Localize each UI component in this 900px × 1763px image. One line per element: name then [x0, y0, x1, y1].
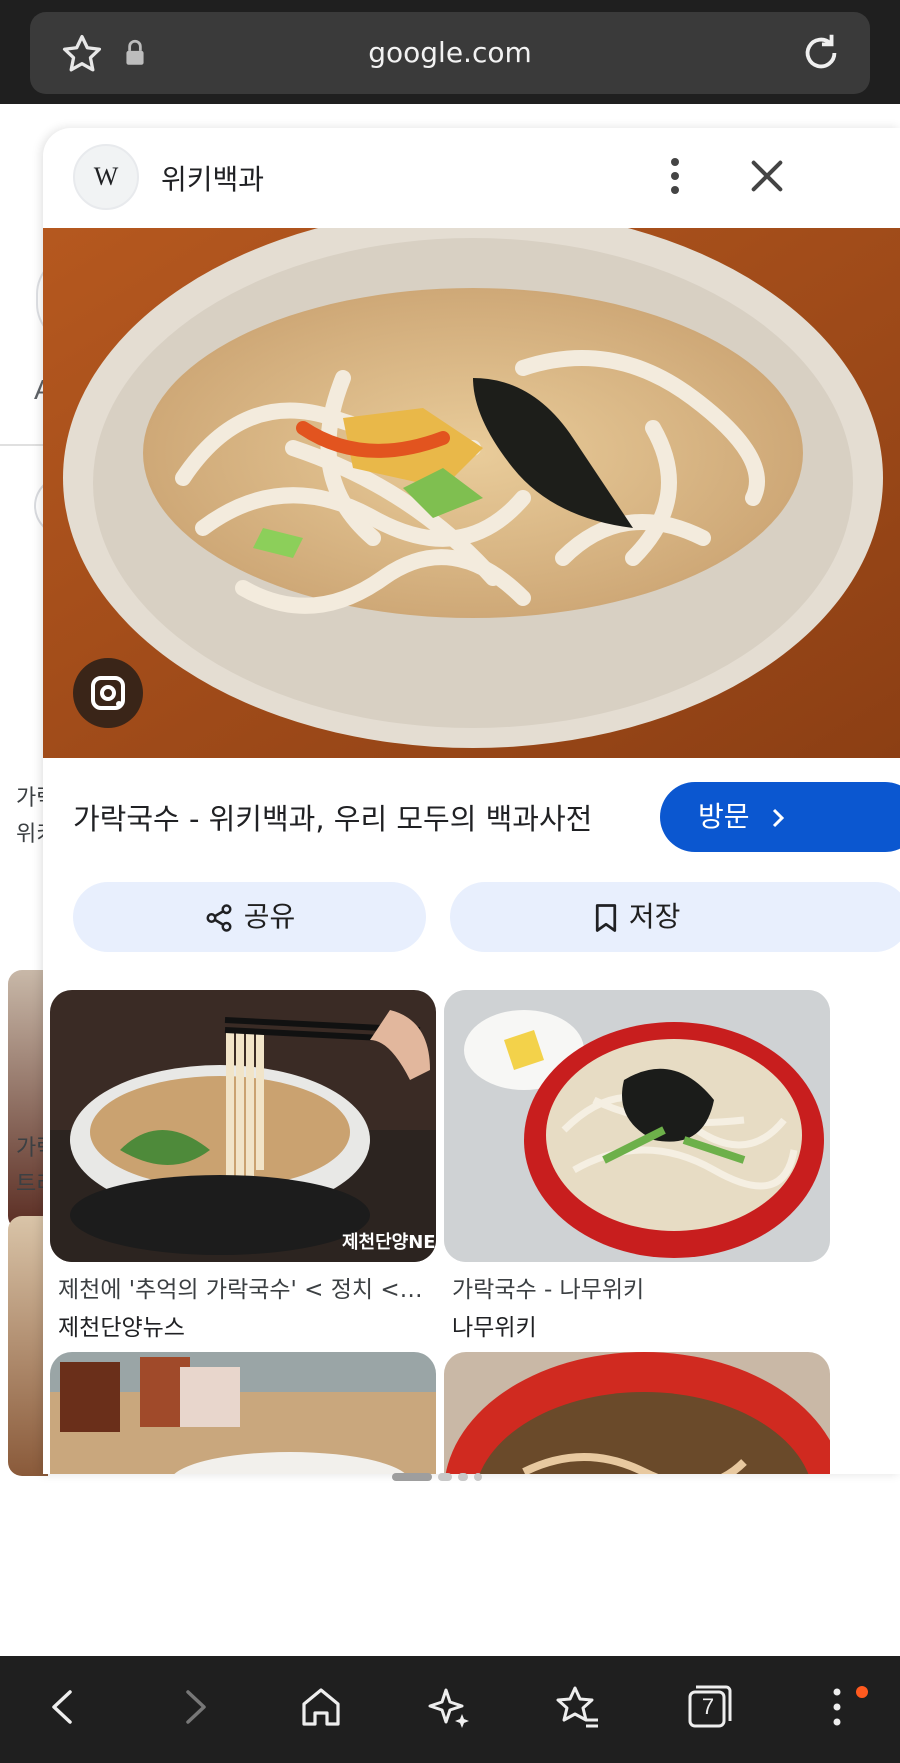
save-button[interactable]: 저장	[450, 882, 900, 952]
google-lens-button[interactable]	[73, 658, 143, 728]
preview-image[interactable]	[43, 228, 900, 758]
favorites-icon[interactable]	[553, 1682, 603, 1732]
visit-label: 방문	[698, 800, 750, 833]
related-caption-1[interactable]: 제천에 '추억의 가락국수' < 정치 < 뉴...	[58, 1270, 428, 1304]
bookmark-icon	[595, 904, 617, 932]
home-icon[interactable]	[296, 1682, 346, 1732]
site-name[interactable]: 위키백과	[161, 158, 264, 198]
forward-icon[interactable]	[170, 1682, 220, 1732]
browser-top-bar: google.com	[0, 0, 900, 104]
share-label: 공유	[243, 900, 296, 933]
related-image-3[interactable]	[50, 1352, 436, 1474]
close-icon[interactable]	[747, 156, 787, 196]
tab-count: 7	[701, 1694, 715, 1719]
result-thumbnail[interactable]	[8, 1216, 48, 1476]
related-caption-2[interactable]: 가락국수 - 나무위키	[452, 1270, 852, 1304]
menu-icon[interactable]	[812, 1682, 862, 1732]
related-image-2[interactable]	[444, 990, 830, 1262]
more-vert-icon[interactable]	[663, 156, 687, 196]
related-image-4[interactable]	[444, 1352, 830, 1474]
browser-bottom-bar: 7	[0, 1656, 900, 1763]
tabs-button[interactable]: 7	[684, 1682, 734, 1732]
sparkle-icon[interactable]	[424, 1682, 474, 1732]
result-title[interactable]: 가락국수 - 위키백과, 우리 모두의 백과사전	[73, 796, 592, 838]
visit-button[interactable]: 방문	[660, 782, 900, 852]
reload-icon[interactable]	[798, 30, 844, 76]
notification-dot	[856, 1686, 868, 1698]
image-preview-panel: W 위키백과 가락국수 - 위키백과, 우리 모두의 백과사전 방문 공유 저장…	[43, 128, 900, 1474]
share-button[interactable]: 공유	[73, 882, 426, 952]
google-lens-icon	[91, 676, 125, 710]
save-label: 저장	[628, 900, 681, 933]
site-favicon: W	[73, 144, 139, 210]
related-source-1: 제천단양뉴스	[58, 1315, 185, 1341]
share-icon	[206, 904, 232, 932]
related-source-2: 나무위키	[452, 1315, 537, 1341]
url-text[interactable]: google.com	[30, 12, 870, 94]
watermark-text: 제천단양NEWS	[342, 1232, 436, 1253]
page-indicator	[392, 1466, 488, 1485]
chevron-right-icon	[773, 808, 785, 828]
address-bar[interactable]: google.com	[30, 12, 870, 94]
back-icon[interactable]	[38, 1682, 88, 1732]
related-image-1[interactable]: 제천단양NEWS	[50, 990, 436, 1262]
